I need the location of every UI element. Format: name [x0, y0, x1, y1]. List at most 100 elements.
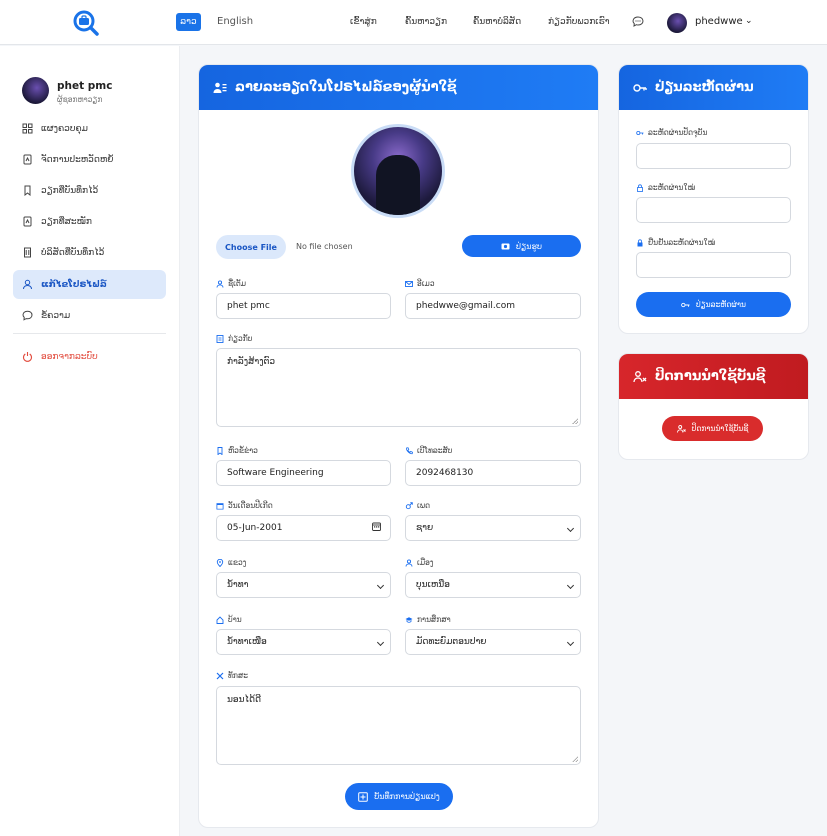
graduation-cap-icon [405, 616, 413, 623]
lang-english-button[interactable]: English [217, 16, 253, 27]
name-label-text: ຊື່ເຕັມ [228, 279, 247, 288]
title-label-text: ຫົວຂໍ້ຂ່າວ [228, 446, 258, 455]
dob-input[interactable]: 05-Jun-2001 [216, 515, 391, 541]
nav-find-companies[interactable]: ຄົ້ນຫາບໍລິສັດ [473, 17, 521, 27]
current-password-input[interactable] [636, 143, 791, 169]
nav-about-us[interactable]: ກ່ຽວກັບພວກເຮົາ [548, 17, 610, 27]
lock-icon [637, 183, 643, 192]
about-textarea[interactable]: ກຳລັງສ້າງຕົວ [216, 348, 581, 427]
choose-file-button[interactable]: Choose File [216, 235, 286, 259]
confirm-password-label-text: ຢືນຢັນລະຫັດຜ່ານໃໝ່ [648, 238, 716, 247]
about-icon [216, 334, 224, 343]
village-label: ບ້ານ [216, 615, 242, 624]
province-label-text: ແຂວງ [228, 558, 247, 567]
user-menu-name[interactable]: phedwwe [695, 16, 743, 27]
name-input[interactable]: phet pmc [216, 293, 391, 319]
sidebar-item-saved-companies[interactable]: ບໍລິສັດທີ່ບັນທຶກໄວ້ [13, 238, 166, 267]
about-label: ກ່ຽວກັບ [216, 334, 252, 343]
sidebar-item-logout[interactable]: ອອກຈາກລະບົບ [13, 342, 166, 371]
confirm-password-input[interactable] [636, 252, 791, 278]
nav-login[interactable]: ເຂົ້າສູ່ກ [350, 17, 377, 27]
sidebar-avatar [22, 77, 49, 104]
no-file-text: No file chosen [296, 242, 353, 251]
province-value: ນໍ້າທາ [227, 580, 249, 590]
district-label: ເມືອງ [405, 558, 433, 567]
sidebar-item-applied-jobs[interactable]: ວຽກທີ່ສະໝັກ [13, 207, 166, 236]
update-photo-label: ປ່ຽນຮູບ [515, 241, 543, 251]
dob-label-text: ວັນເດືອນປີເກີດ [228, 501, 273, 510]
chevron-down-icon[interactable]: ⌄ [745, 16, 753, 26]
camera-icon [501, 243, 510, 250]
village-label-text: ບ້ານ [228, 615, 242, 624]
key-icon [633, 83, 647, 92]
home-icon [216, 615, 224, 624]
email-label-text: ອີເມວ [417, 279, 435, 288]
dob-label: ວັນເດືອນປີເກີດ [216, 501, 273, 510]
deactivate-card-title: ປິດການນຳໃຊ້ບັນຊີ [655, 369, 766, 384]
save-changes-label: ບັນທຶກການປ່ຽນແປງ [374, 792, 440, 801]
district-select[interactable]: ບຸນເຫນືອ [405, 572, 581, 598]
sidebar-item-messages[interactable]: ຂໍ້ຄວາມ [13, 301, 166, 330]
province-label: ແຂວງ [216, 558, 246, 567]
new-password-input[interactable] [636, 197, 791, 223]
sidebar-item-resume[interactable]: ຈັດການປະຫວັດຫຍໍ້ [13, 145, 166, 174]
skills-textarea[interactable]: ນອນໄດ້ດີ [216, 686, 581, 765]
about-label-text: ກ່ຽວກັບ [228, 334, 253, 343]
sidebar-user-role: ຜູ້ຊອກຫາວຽກ [57, 95, 103, 104]
phone-input[interactable]: 2092468130 [405, 460, 581, 486]
education-label: ການສຶກສາ [405, 615, 451, 624]
tools-icon [216, 672, 224, 679]
date-picker-icon[interactable] [372, 522, 381, 531]
change-password-button[interactable]: ປ່ຽນລະຫັດຜ່ານ [636, 292, 791, 317]
education-select[interactable]: ມັດທະຍົມຕອນປາຍ [405, 629, 581, 655]
sidebar-item-label: ຈັດການປະຫວັດຫຍໍ້ [41, 154, 114, 165]
province-select[interactable]: ນໍ້າທາ [216, 572, 391, 598]
bookmark-icon [24, 185, 31, 196]
village-value: ນໍ້າທາເໜືອ [227, 637, 267, 647]
sidebar-divider [13, 333, 166, 334]
dashboard-icon [22, 123, 33, 134]
nav-find-jobs[interactable]: ຄົ້ນຫາວຽກ [405, 17, 447, 27]
phone-icon [406, 446, 413, 454]
gender-select[interactable]: ຊາຍ [405, 515, 581, 541]
sidebar-item-dashboard[interactable]: ແຜງຄວບຄຸມ [13, 114, 166, 143]
profile-card-title: ລາຍລະອຽດໃນໂປຣໄຟລ໌ຂອງຜູ້ນຳໃຊ້ [235, 80, 457, 95]
chat-icon[interactable] [632, 16, 644, 27]
lang-lao-button[interactable]: ລາວ [176, 13, 201, 31]
phone-label: ເບີໂທລະສັບ [405, 446, 452, 455]
sidebar-item-saved-jobs[interactable]: ວຽກທີ່ບັນທຶກໄວ້ [13, 176, 166, 205]
save-changes-button[interactable]: ບັນທຶກການປ່ຽນແປງ [345, 783, 453, 810]
phone-label-text: ເບີໂທລະສັບ [417, 446, 453, 455]
email-input[interactable]: phedwwe@gmail.com [405, 293, 581, 319]
user-x-icon [633, 370, 647, 382]
building-icon [24, 247, 31, 258]
district-label-text: ເມືອງ [417, 558, 434, 567]
education-value: ມັດທະຍົມຕອນປາຍ [416, 637, 487, 647]
title-input[interactable]: Software Engineering [216, 460, 391, 486]
gender-label-text: ເພດ [417, 501, 430, 510]
gender-icon [405, 501, 413, 509]
education-label-text: ການສຶກສາ [417, 615, 451, 624]
update-photo-button[interactable]: ປ່ຽນຮູບ [462, 235, 581, 257]
title-label: ຫົວຂໍ້ຂ່າວ [216, 446, 258, 455]
current-password-label-text: ລະຫັດຜ່ານປັດຈຸບັນ [648, 128, 708, 137]
sidebar-item-edit-profile[interactable]: ແກ້ໄຂໂປຣໄຟລ໌ [13, 270, 166, 299]
village-select[interactable]: ນໍ້າທາເໜືອ [216, 629, 391, 655]
deactivate-account-label: ປິດການນຳໃຊ້ບັນຊີ [691, 424, 749, 433]
logo-icon[interactable] [72, 9, 100, 37]
sidebar-item-label: ແກ້ໄຂໂປຣໄຟລ໌ [41, 279, 107, 290]
sidebar-item-label: ວຽກທີ່ສະໝັກ [41, 216, 92, 227]
sidebar-item-label: ແຜງຄວບຄຸມ [41, 123, 88, 134]
sidebar-item-label: ຂໍ້ຄວາມ [41, 310, 71, 321]
top-navbar: ລາວ English ເຂົ້າສູ່ກ ຄົ້ນຫາວຽກ ຄົ້ນຫາບໍ… [0, 0, 827, 45]
deactivate-account-button[interactable]: ປິດການນຳໃຊ້ບັນຊີ [662, 416, 763, 441]
new-password-label: ລະຫັດຜ່ານໃໝ່ [636, 183, 695, 192]
user-icon [23, 279, 32, 290]
user-avatar[interactable] [667, 13, 687, 33]
current-password-label: ລະຫັດຜ່ານປັດຈຸບັນ [636, 128, 707, 137]
profile-card-header: ລາຍລະອຽດໃນໂປຣໄຟລ໌ຂອງຜູ້ນຳໃຊ້ [199, 65, 598, 110]
sidebar-user-name: phet pmc [57, 80, 113, 92]
message-icon [22, 310, 33, 321]
gender-value: ຊາຍ [416, 523, 434, 533]
resume-icon [23, 154, 32, 165]
